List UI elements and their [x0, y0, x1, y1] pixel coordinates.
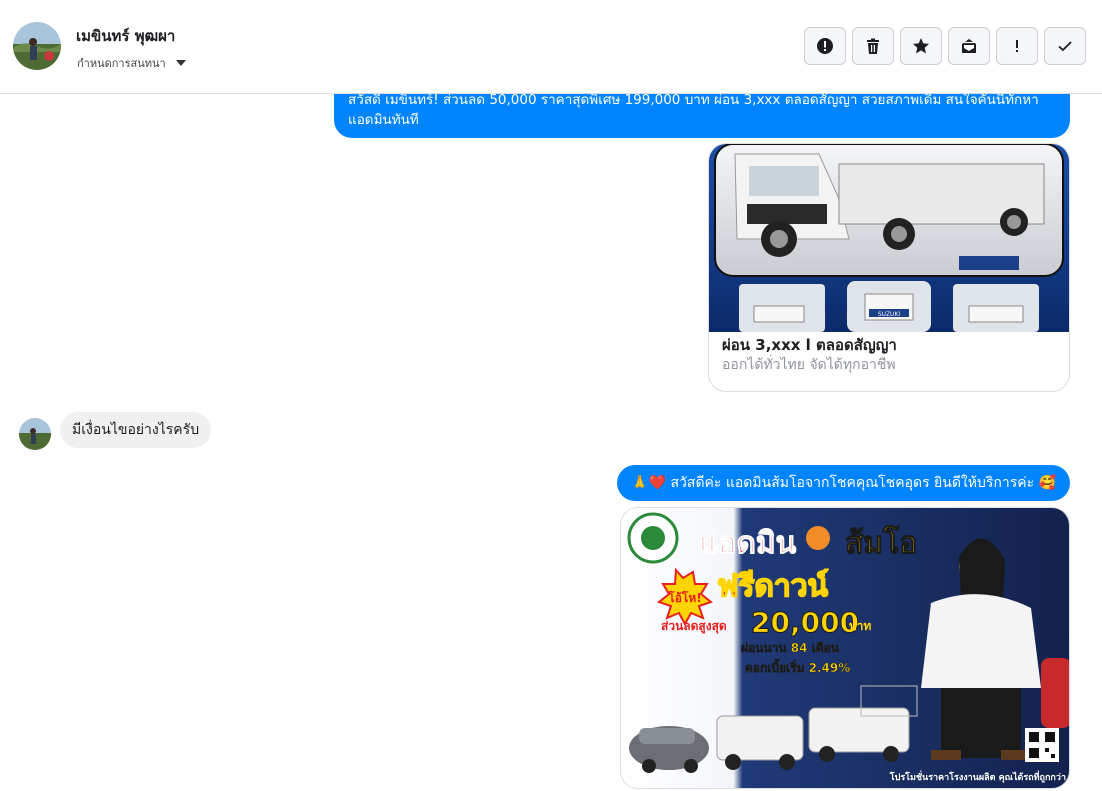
mail-unread-icon: [962, 39, 976, 53]
outgoing-message[interactable]: สวัสดี เมขินทร์! ส่วนลด 50,000 ราคาสุดพิ…: [334, 94, 1070, 138]
promo-discount-unit: บาท: [849, 619, 871, 633]
promo-free-down: ฟรีดาวน์: [717, 569, 829, 604]
promo-installment: ผ่อนนาน 84 เดือน: [741, 641, 840, 655]
alert-circle-icon: [817, 38, 833, 54]
follow-up-button[interactable]: [996, 27, 1038, 65]
star-button[interactable]: [900, 27, 942, 65]
star-icon: [913, 38, 929, 54]
caret-down-icon: [175, 60, 186, 66]
contact-avatar[interactable]: [13, 22, 61, 70]
promo-interest: ดอกเบี้ยเริ่ม 2.49%: [745, 658, 850, 675]
assign-conversation-dropdown[interactable]: กำหนดการสนทนา: [77, 54, 186, 72]
header-actions: [804, 27, 1086, 65]
incoming-message[interactable]: มีเงื่อนไขอย่างไรครับ: [60, 412, 212, 448]
product-card-image[interactable]: SUZUKI: [709, 144, 1069, 332]
contact-name[interactable]: เมขินทร์ พุฒผา: [76, 24, 175, 48]
promo-heading-2: ส้มโอ: [845, 524, 917, 561]
promo-discount-value: 20,000: [751, 606, 859, 639]
promo-image[interactable]: แอดมิน ส้มโอ โอ้โห! ฟรีดาวน์ ส่วนลดสูงสุ…: [620, 507, 1070, 789]
product-card[interactable]: SUZUKI ผ่อน 3,xxx l ตลอดสัญญา ออกได้ทั่ว…: [708, 143, 1070, 392]
done-button[interactable]: [1044, 27, 1086, 65]
exclamation-icon: [1016, 40, 1018, 52]
outgoing-message-greeting[interactable]: 🙏❤️ สวัสดีค่ะ แอดมินส้มโอจากโชคคุณโชคอุด…: [617, 465, 1070, 501]
promo-heading-1: แอดมิน: [699, 526, 797, 561]
promo-discount-label: ส่วนลดสูงสุด: [661, 619, 727, 634]
spam-button[interactable]: [804, 27, 846, 65]
mark-unread-button[interactable]: [948, 27, 990, 65]
contact-avatar-small[interactable]: [19, 418, 51, 450]
message-thread[interactable]: สวัสดี เมขินทร์! ส่วนลด 50,000 ราคาสุดพิ…: [0, 94, 1102, 791]
delete-button[interactable]: [852, 27, 894, 65]
check-icon: [1058, 41, 1072, 52]
promo-burst: โอ้โห!: [667, 590, 701, 605]
conversation-header: เมขินทร์ พุฒผา กำหนดการสนทนา: [0, 0, 1102, 94]
product-card-subtitle: ออกได้ทั่วไทย จัดได้ทุกอาชีพ: [722, 357, 896, 373]
trash-icon: [867, 38, 879, 54]
assign-label: กำหนดการสนทนา: [77, 57, 166, 70]
brand-label: SUZUKI: [878, 311, 901, 318]
